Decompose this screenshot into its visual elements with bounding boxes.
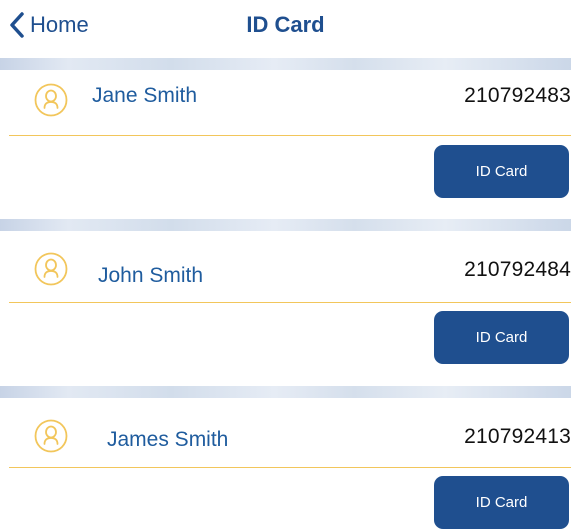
user-avatar-icon (34, 252, 68, 286)
navigation-bar: Home ID Card (0, 0, 571, 56)
member-name: Jane Smith (92, 84, 198, 107)
user-avatar-icon (34, 419, 68, 453)
row-separator (9, 302, 571, 303)
member-row: Jane Smith 210792483 (0, 70, 571, 126)
user-avatar-icon (34, 83, 68, 117)
member-row: John Smith 210792484 (0, 236, 571, 292)
member-id-number: 210792484 (464, 258, 571, 281)
section-divider (0, 58, 571, 70)
member-row: James Smith 210792413 (0, 403, 571, 459)
id-card-button[interactable]: ID Card (434, 476, 569, 529)
section-divider (0, 219, 571, 231)
member-card: John Smith 210792484 ID Card (0, 236, 571, 384)
member-id-number: 210792483 (464, 84, 571, 107)
row-separator (9, 467, 571, 468)
member-card: Jane Smith 210792483 ID Card (0, 70, 571, 215)
row-separator (9, 135, 571, 136)
section-divider (0, 386, 571, 398)
member-card: James Smith 210792413 ID Card (0, 403, 571, 529)
member-name: James Smith (107, 428, 229, 451)
member-name: John Smith (98, 264, 204, 287)
member-id-number: 210792413 (464, 425, 571, 448)
page-title: ID Card (246, 12, 325, 37)
id-card-button[interactable]: ID Card (434, 311, 569, 364)
id-card-button[interactable]: ID Card (434, 145, 569, 198)
